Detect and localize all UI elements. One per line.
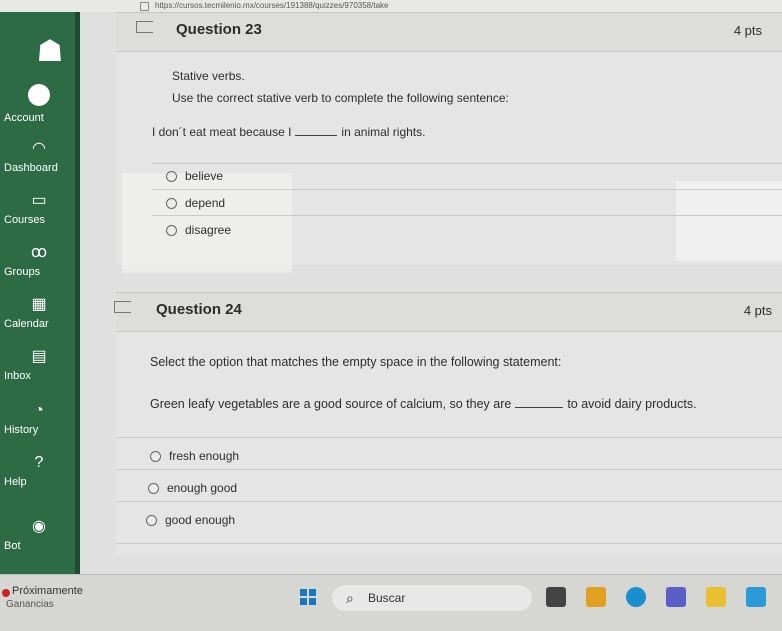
file-explorer-icon[interactable]: [706, 587, 726, 607]
answer-label: fresh enough: [169, 449, 240, 463]
dashboard-gauge-icon: ◠: [32, 140, 46, 157]
answer-option[interactable]: depend: [166, 196, 225, 210]
institution-logo[interactable]: ☗: [30, 32, 70, 72]
radio-button[interactable]: [166, 171, 177, 183]
sidebar-item-label: Account: [4, 112, 44, 124]
question-header: Question 24 4 pts: [114, 293, 782, 332]
question-instruction: Select the option that matches the empty…: [150, 355, 562, 369]
radio-button[interactable]: [166, 225, 177, 237]
sidebar-item-help[interactable]: ? Help: [0, 454, 78, 488]
account-avatar-icon: [28, 84, 50, 106]
sidebar-item-calendar[interactable]: ▦ Calendar: [0, 296, 78, 330]
sidebar-item-inbox[interactable]: ▤ Inbox: [0, 348, 78, 382]
question-header: Question 23 4 pts: [116, 13, 782, 52]
notification-title[interactable]: Próximamente: [12, 585, 83, 597]
windows-start-icon[interactable]: [300, 589, 316, 605]
sidebar-item-label: Groups: [4, 266, 41, 278]
radio-button[interactable]: [146, 515, 157, 527]
sidebar-item-label: Bot: [4, 540, 21, 552]
answer-label: good enough: [165, 513, 236, 527]
answer-divider: [152, 215, 782, 216]
answer-option[interactable]: fresh enough: [150, 449, 239, 463]
inbox-icon: ▤: [31, 348, 47, 365]
answer-option[interactable]: believe: [166, 169, 223, 183]
answer-label: enough good: [167, 481, 238, 495]
search-icon: ⌕: [346, 590, 354, 606]
question-instruction: Stative verbs.: [172, 69, 245, 83]
question-points: 4 pts: [743, 303, 772, 318]
answer-label: disagree: [185, 223, 232, 237]
os-taskbar: Próximamente Ganancias ⌕ Buscar: [0, 574, 782, 631]
question-title: Question 24: [156, 301, 242, 318]
history-clock-icon: ◔: [34, 402, 44, 419]
sentence-after: in animal rights.: [341, 125, 426, 139]
help-icon: ?: [34, 454, 44, 471]
sentence-before: Green leafy vegetables are a good source…: [150, 397, 512, 411]
sidebar-item-label: Help: [4, 476, 27, 488]
sidebar-item-courses[interactable]: ▭ Courses: [0, 192, 78, 226]
courses-book-icon: ▭: [31, 192, 47, 209]
task-view-icon[interactable]: [546, 587, 566, 607]
question-points: 4 pts: [733, 23, 762, 38]
teams-icon[interactable]: [666, 587, 686, 607]
answer-divider: [116, 543, 782, 544]
sidebar-item-label: Dashboard: [4, 162, 58, 174]
sidebar-item-dashboard[interactable]: ◠ Dashboard: [0, 140, 78, 174]
quiz-content: Question 23 4 pts Stative verbs. Use the…: [80, 12, 782, 574]
search-label: Buscar: [368, 591, 406, 605]
radio-button[interactable]: [166, 198, 177, 210]
sidebar-item-label: Courses: [4, 214, 45, 226]
sidebar-item-label: Inbox: [4, 370, 31, 382]
radio-button[interactable]: [148, 483, 159, 495]
sidebar-item-groups[interactable]: ꝏ Groups: [0, 244, 78, 278]
answer-option[interactable]: enough good: [148, 481, 237, 495]
url-text[interactable]: https://cursos.tecmilenio.mx/courses/191…: [155, 0, 388, 12]
question-sentence: Green leafy vegetables are a good source…: [150, 397, 697, 411]
sidebar-item-label: History: [4, 424, 39, 436]
answer-divider: [116, 469, 782, 470]
tab-page-icon: [140, 2, 149, 11]
global-nav-sidebar: ☗ Account ◠ Dashboard ▭ Courses ꝏ Groups…: [0, 12, 81, 574]
taskbar-search[interactable]: ⌕ Buscar: [332, 585, 532, 611]
radio-button[interactable]: [150, 451, 161, 463]
question-title: Question 23: [176, 21, 262, 38]
store-icon[interactable]: [746, 587, 766, 607]
question-card-24: Question 24 4 pts Select the option that…: [114, 292, 782, 555]
sidebar-item-history[interactable]: ◔ History: [0, 402, 78, 436]
answer-blank: [515, 407, 564, 408]
groups-people-icon: ꝏ: [30, 244, 48, 261]
answer-divider: [152, 163, 782, 164]
bot-icon: ◉: [32, 518, 46, 535]
widgets-icon[interactable]: [586, 587, 606, 607]
flag-question-icon[interactable]: [114, 301, 131, 313]
answer-divider: [116, 501, 782, 502]
notification-alert-icon: [2, 589, 10, 597]
screen-glare: [676, 181, 782, 261]
flag-question-icon[interactable]: [136, 21, 153, 33]
sentence-after: to avoid dairy products.: [567, 397, 697, 411]
edge-browser-icon[interactable]: [626, 587, 646, 607]
question-card-23: Question 23 4 pts Stative verbs. Use the…: [116, 12, 782, 273]
question-sentence: I don´t eat meat because I in animal righ…: [152, 125, 425, 139]
answer-label: believe: [185, 169, 224, 183]
calendar-icon: ▦: [31, 296, 47, 313]
sidebar-item-bot[interactable]: ◉ Bot: [0, 518, 78, 552]
answer-label: depend: [185, 196, 226, 210]
sidebar-item-account[interactable]: Account: [0, 84, 78, 124]
sidebar-item-label: Calendar: [4, 318, 49, 330]
question-instruction: Use the correct stative verb to complete…: [172, 91, 509, 105]
answer-divider: [116, 437, 782, 438]
notification-subtitle: Ganancias: [6, 599, 54, 610]
answer-option[interactable]: good enough: [146, 513, 235, 527]
sentence-before: I don´t eat meat because I: [152, 125, 292, 139]
answer-option[interactable]: disagree: [166, 223, 231, 237]
answer-blank: [295, 135, 338, 136]
answer-divider: [152, 189, 782, 190]
